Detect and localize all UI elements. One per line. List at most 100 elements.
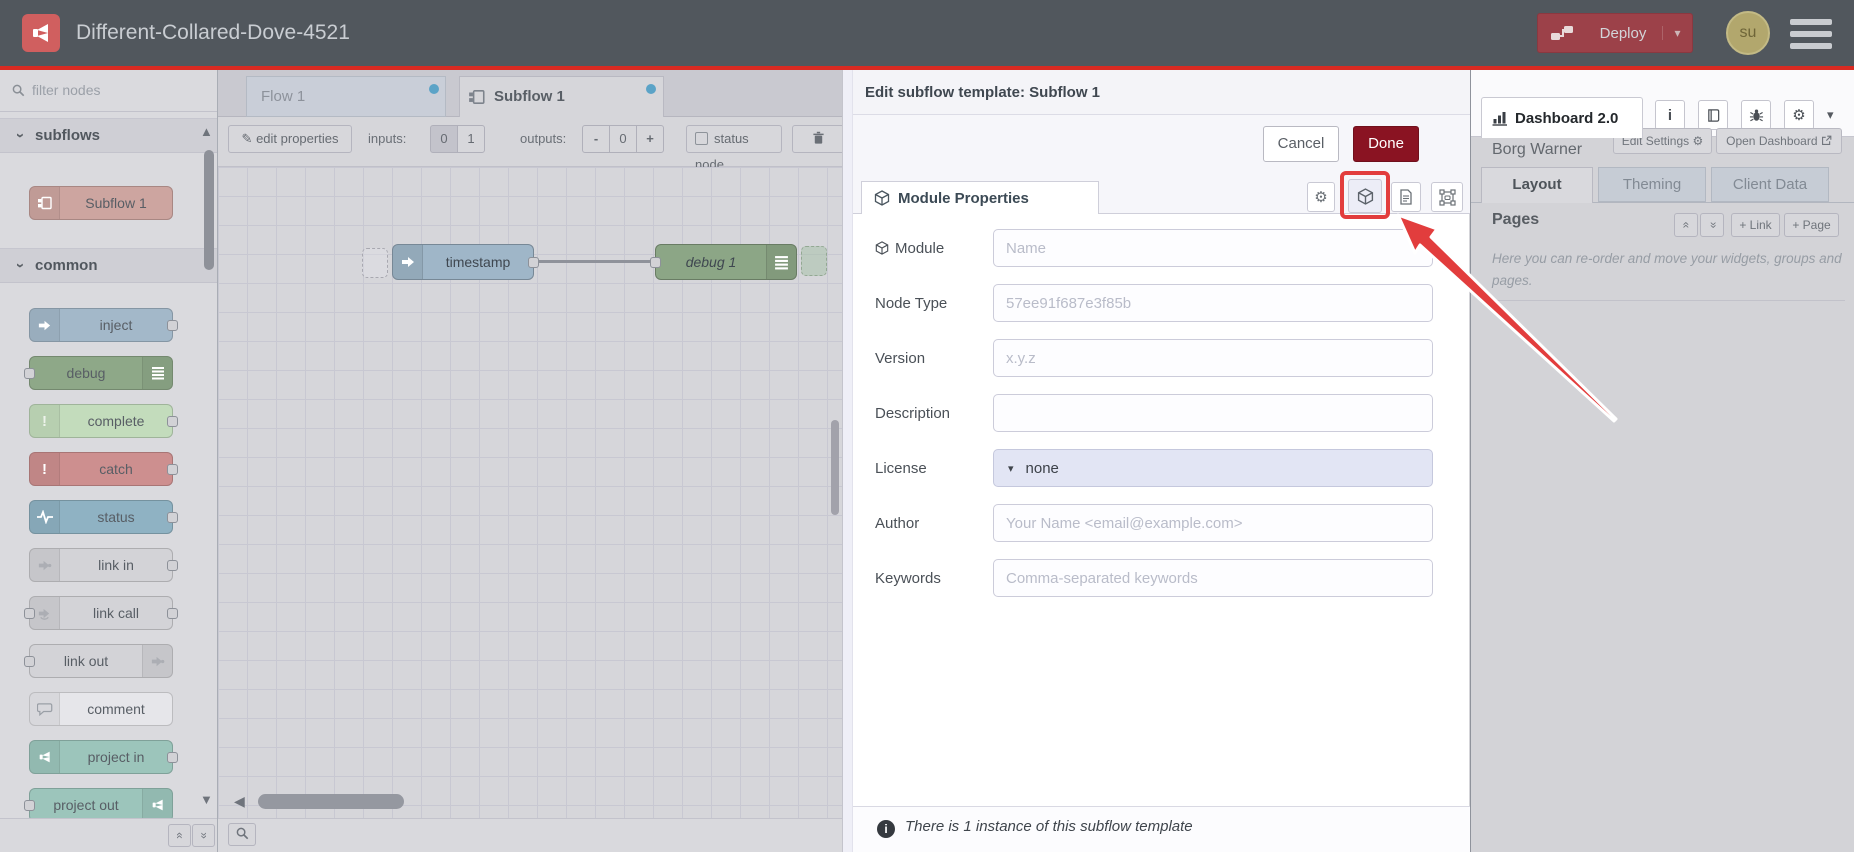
palette-scroll-down-icon[interactable]: ▼ (200, 792, 213, 807)
palette-category-common[interactable]: › common (0, 248, 217, 283)
debug-tab-button[interactable] (1741, 100, 1771, 130)
scroll-left-icon[interactable]: ◀ (234, 793, 245, 810)
delete-subflow-button[interactable] (792, 125, 842, 153)
output-port[interactable] (167, 320, 178, 331)
document-icon (1400, 189, 1412, 205)
appearance-frame-icon (1438, 188, 1456, 206)
node-label: timestamp (445, 254, 511, 270)
help-tab-button[interactable] (1698, 100, 1728, 130)
add-page-button[interactable]: + Page (1784, 213, 1839, 237)
palette-filter-input[interactable] (30, 76, 190, 104)
palette-collapse-all-button[interactable]: « (168, 824, 191, 847)
palette-scroll-up-icon[interactable]: ▲ (200, 124, 213, 139)
status-node-toggle[interactable]: status node (686, 125, 782, 172)
keywords-input[interactable] (993, 559, 1433, 597)
palette-node-comment[interactable]: comment (29, 692, 173, 726)
pages-help-text: Here you can re-order and move your widg… (1492, 251, 1842, 289)
description-input[interactable] (993, 394, 1433, 432)
cube-icon (875, 241, 889, 255)
module-field-label: Module (875, 229, 990, 267)
input-port[interactable] (650, 257, 661, 268)
palette-node-complete[interactable]: ! complete (29, 404, 178, 438)
output-port[interactable] (167, 752, 178, 763)
pages-collapse-button[interactable]: « (1674, 213, 1698, 237)
deploy-caret-icon[interactable]: ▾ (1662, 26, 1692, 40)
cancel-button[interactable]: Cancel (1263, 126, 1339, 162)
palette-node-status[interactable]: status (29, 500, 178, 534)
link-arrow-icon (142, 645, 172, 677)
input-port[interactable] (24, 608, 35, 619)
inputs-label: inputs: (368, 131, 407, 146)
inputs-0-button[interactable]: 0 (430, 125, 458, 153)
palette-search[interactable] (0, 70, 217, 112)
outputs-increase-button[interactable]: + (636, 125, 664, 153)
canvas-zoom-button[interactable] (228, 823, 256, 846)
chevron-down-icon: › (12, 263, 29, 268)
edit-properties-button[interactable]: ✎ edit properties (228, 125, 352, 153)
pages-expand-button[interactable]: « (1700, 213, 1724, 237)
node-label: link in (98, 557, 134, 573)
module-properties-tab[interactable]: Module Properties (861, 181, 1099, 214)
outputs-decrease-button[interactable]: - (582, 125, 610, 153)
node-label: inject (99, 317, 133, 333)
canvas-node-debug-1[interactable]: debug 1 (650, 244, 797, 280)
node-label: project in (87, 749, 145, 765)
deploy-button[interactable]: Deploy ▾ (1537, 13, 1693, 53)
output-port[interactable] (528, 257, 539, 268)
edit-properties-tab-button[interactable]: ⚙ (1307, 182, 1335, 212)
palette-node-inject[interactable]: inject (29, 308, 178, 342)
palette-scrollbar[interactable] (204, 150, 214, 270)
subflow-input-stub[interactable] (362, 248, 388, 278)
config-tab-button[interactable]: ⚙ (1784, 100, 1814, 130)
tab-theming[interactable]: Theming (1598, 167, 1706, 202)
tab-flow-1[interactable]: Flow 1 (246, 76, 446, 117)
done-button[interactable]: Done (1353, 126, 1419, 162)
palette-node-project-in[interactable]: project in (29, 740, 178, 774)
deploy-label: Deploy (1599, 24, 1647, 42)
external-link-icon (1821, 135, 1832, 145)
input-port[interactable] (24, 656, 35, 667)
palette-expand-all-button[interactable]: « (192, 824, 215, 847)
output-port[interactable] (167, 608, 178, 619)
input-port[interactable] (24, 368, 35, 379)
palette-node-link-in[interactable]: link in (29, 548, 178, 582)
input-port[interactable] (24, 800, 35, 811)
license-select[interactable]: ▾ none (993, 449, 1433, 487)
info-tab-button[interactable]: i (1655, 100, 1685, 130)
tab-subflow-1[interactable]: Subflow 1 (459, 76, 664, 117)
palette-category-subflows[interactable]: › subflows (0, 118, 217, 153)
subflow-output-stub[interactable] (801, 246, 827, 276)
wire[interactable] (534, 260, 655, 263)
tab-client-data[interactable]: Client Data (1711, 167, 1829, 202)
sidebar-more-caret-icon[interactable]: ▾ (1827, 107, 1834, 123)
magnifier-icon (236, 827, 248, 840)
palette-node-subflow-1[interactable]: Subflow 1 (29, 186, 173, 220)
palette-node-catch[interactable]: ! catch (29, 452, 178, 486)
palette-node-link-call[interactable]: link call (24, 596, 178, 630)
output-port[interactable] (167, 416, 178, 427)
appearance-tab-button[interactable] (1431, 182, 1463, 212)
output-port[interactable] (167, 560, 178, 571)
node-type-input[interactable] (993, 284, 1433, 322)
main-menu-button[interactable] (1790, 19, 1832, 49)
canvas-vertical-scrollbar[interactable] (831, 420, 839, 515)
palette-node-link-out[interactable]: link out (24, 644, 173, 678)
module-input[interactable] (993, 229, 1433, 267)
palette-node-debug[interactable]: debug (24, 356, 173, 390)
output-port[interactable] (167, 512, 178, 523)
open-dashboard-button[interactable]: Open Dashboard (1716, 128, 1842, 154)
output-port[interactable] (167, 464, 178, 475)
tab-layout[interactable]: Layout (1481, 167, 1593, 203)
version-input[interactable] (993, 339, 1433, 377)
panel-resize-strip[interactable] (843, 70, 853, 852)
description-tab-button[interactable] (1391, 182, 1421, 212)
user-avatar[interactable]: su (1726, 11, 1770, 55)
tab-dashboard-2[interactable]: Dashboard 2.0 (1481, 97, 1643, 138)
canvas-horizontal-scrollbar[interactable] (258, 794, 404, 809)
inputs-1-button[interactable]: 1 (457, 125, 485, 153)
debug-sidebar-icon (142, 357, 172, 389)
add-link-button[interactable]: + Link (1731, 213, 1780, 237)
canvas-node-timestamp[interactable]: timestamp (392, 244, 539, 280)
author-input[interactable] (993, 504, 1433, 542)
palette-node-project-out[interactable]: project out (24, 788, 173, 822)
